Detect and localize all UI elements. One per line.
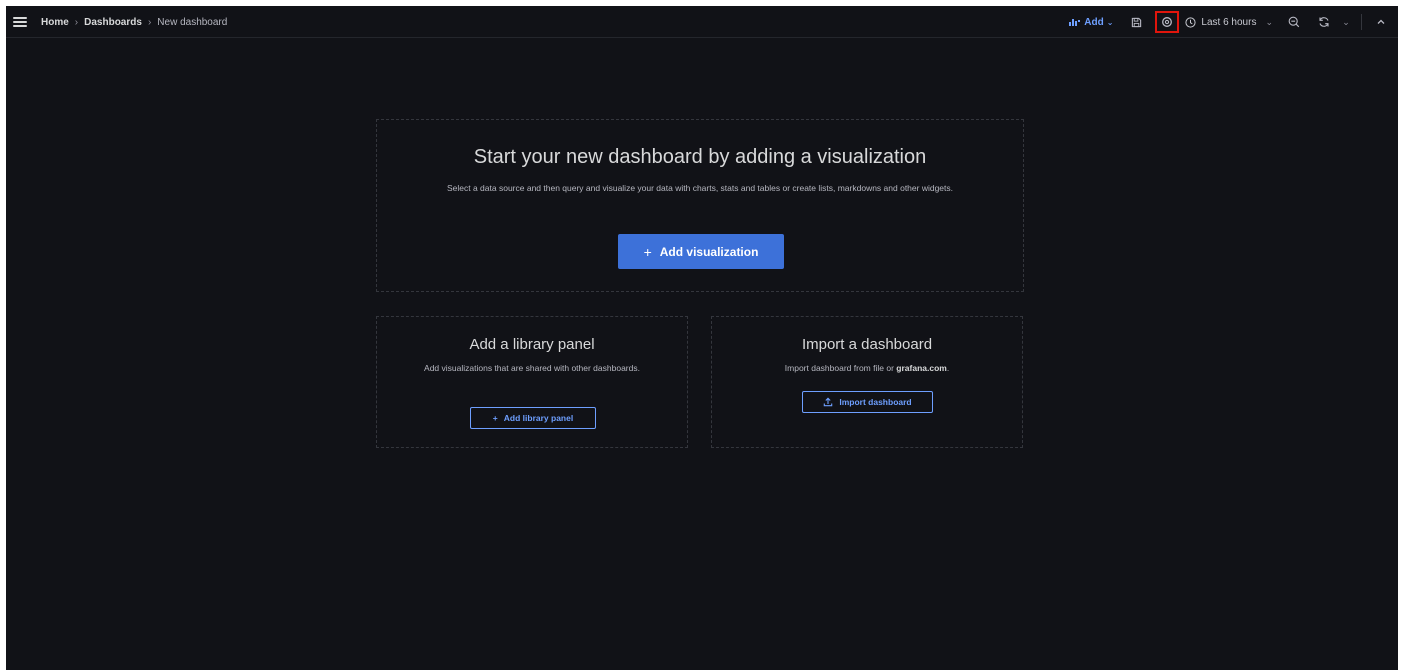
chevron-up-icon[interactable] [1370,12,1392,32]
add-visualization-label: Add visualization [659,244,759,259]
breadcrumb: Home › Dashboards › New dashboard [41,15,227,29]
import-dashboard-card: Import a dashboard Import dashboard from… [711,316,1023,448]
card-title: Add a library panel [469,336,595,353]
plus-icon: + [643,243,652,260]
clock-icon [1185,16,1196,28]
save-icon[interactable] [1125,12,1147,32]
refresh-interval-dropdown[interactable]: ⌄ [1339,12,1353,32]
grafana-com-link[interactable]: grafana.com [896,363,947,373]
card-description: Add visualizations that are shared with … [424,363,640,373]
card-description: Select a data source and then query and … [446,183,954,193]
import-dashboard-button[interactable]: Import dashboard [802,391,933,413]
toolbar-divider [1361,14,1362,30]
card-title: Import a dashboard [801,336,933,353]
add-visualization-button[interactable]: + Add visualization [618,234,784,269]
breadcrumb-dashboards[interactable]: Dashboards [84,17,142,28]
add-button-label: Add [1084,16,1104,28]
chevron-down-icon: ⌄ [1342,16,1350,27]
gear-icon [1162,17,1173,27]
zoom-out-icon[interactable] [1283,12,1305,32]
plus-icon: + [492,413,498,423]
add-visualization-card: Start your new dashboard by adding a vis… [376,119,1024,292]
card-title: Start your new dashboard by adding a vis… [473,146,927,168]
upload-icon [824,397,833,407]
import-description-suffix: . [946,363,950,373]
breadcrumb-separator: › [74,16,79,28]
time-range-picker[interactable]: Last 6 hours ⌄ [1185,12,1273,32]
dashboard-toolbar: Add ⌄ Last 6 hours ⌄ ⌄ [1069,6,1398,38]
import-dashboard-label: Import dashboard [839,397,912,407]
card-description: Import dashboard from file or grafana.co… [742,361,992,375]
add-library-panel-button[interactable]: + Add library panel [470,407,596,429]
breadcrumb-separator: › [147,16,152,28]
time-range-label: Last 6 hours [1201,16,1257,28]
add-button[interactable]: Add ⌄ [1069,12,1113,32]
grafana-app: Home › Dashboards › New dashboard Add ⌄ [6,6,1398,670]
add-library-panel-label: Add library panel [503,413,574,423]
chevron-down-icon: ⌄ [1106,17,1114,27]
breadcrumb-current: New dashboard [157,16,228,28]
import-description-text: Import dashboard from file or [784,363,897,373]
refresh-icon[interactable] [1313,12,1335,32]
library-panel-card: Add a library panel Add visualizations t… [376,316,688,448]
settings-button[interactable] [1155,11,1180,33]
top-bar: Home › Dashboards › New dashboard Add ⌄ [6,6,1398,38]
menu-icon[interactable] [13,15,27,29]
add-panel-icon [1069,17,1081,27]
breadcrumb-home[interactable]: Home [41,17,69,28]
chevron-down-icon: ⌄ [1265,16,1273,27]
